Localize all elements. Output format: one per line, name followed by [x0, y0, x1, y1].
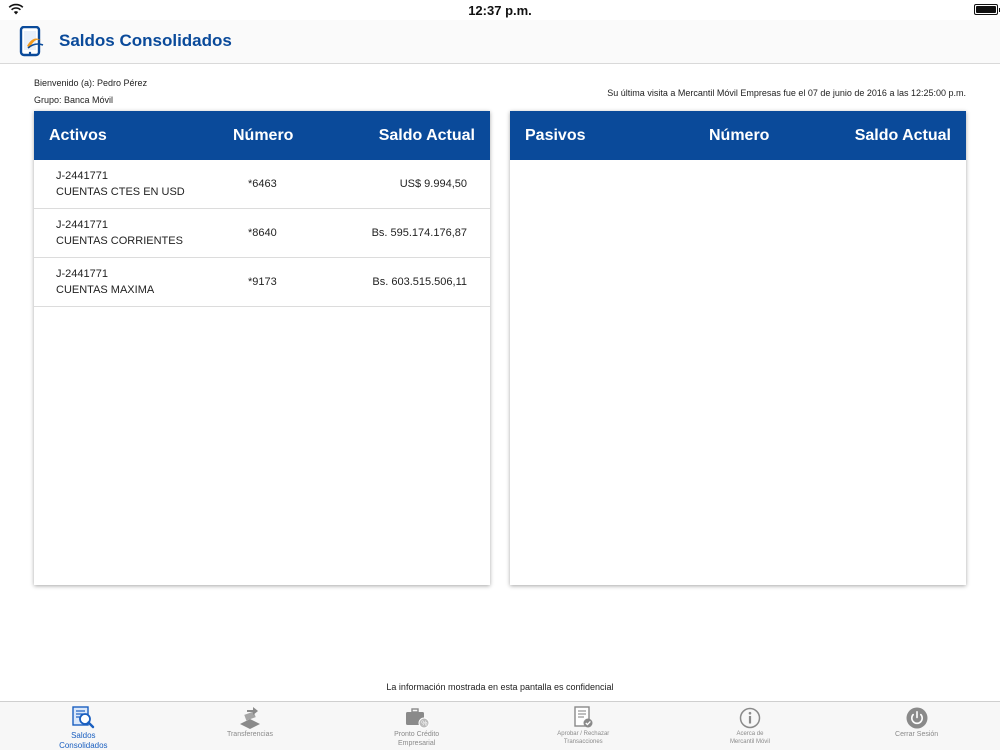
assets-panel: Activos Número Saldo Actual J-2441771 CU… [34, 111, 490, 585]
account-number: *8640 [248, 227, 277, 239]
tab-approve-reject[interactable]: Aprobar / Rechazar Transacciones [500, 702, 667, 750]
app-screen: 12:37 p.m. Saldos Consolidados Bienvenid… [0, 0, 1000, 750]
assets-header: Activos Número Saldo Actual [34, 111, 490, 160]
liabilities-panel: Pasivos Número Saldo Actual [510, 111, 966, 585]
tab-about[interactable]: Acerca de Mercantil Móvil [667, 702, 834, 750]
tab-label: Saldos [71, 731, 96, 740]
info-icon [737, 706, 763, 730]
account-balance: Bs. 595.174.176,87 [371, 227, 467, 239]
svg-text:%: % [421, 721, 427, 728]
tab-label: Aprobar / Rechazar [557, 731, 610, 737]
account-name: CUENTAS CTES EN USD [56, 186, 185, 198]
tab-label: Pronto Crédito [394, 731, 440, 738]
tab-label: Mercantil Móvil [729, 739, 770, 745]
group-text: Grupo: Banca Móvil [34, 95, 114, 105]
app-logo-icon [19, 26, 44, 57]
last-visit-text: Su última visita a Mercantil Móvil Empre… [607, 88, 966, 98]
battery-icon [974, 4, 1000, 15]
consolidated-balances-icon [70, 706, 96, 730]
balance-column-title: Saldo Actual [854, 127, 951, 144]
balance-column-title: Saldo Actual [378, 127, 475, 144]
number-column-title: Número [709, 127, 770, 144]
tab-label: Consolidados [59, 741, 108, 750]
tab-business-credit[interactable]: % Pronto Crédito Empresarial [333, 702, 500, 750]
tab-transfers[interactable]: Transferencias [167, 702, 334, 750]
tab-label: Transferencias [226, 731, 273, 738]
account-client-id: J-2441771 [56, 170, 108, 182]
account-number: *6463 [248, 178, 277, 190]
number-column-title: Número [233, 127, 294, 144]
clock: 12:37 p.m. [468, 2, 532, 18]
tab-label: Transacciones [563, 739, 603, 745]
transfer-icon [237, 706, 263, 730]
tab-bar: Saldos Consolidados Transferencias % Pro… [0, 701, 1000, 750]
nav-bar: Saldos Consolidados [0, 20, 1000, 64]
approve-document-icon [570, 706, 596, 730]
account-balance: Bs. 603.515.506,11 [372, 276, 467, 288]
account-client-id: J-2441771 [56, 268, 108, 280]
welcome-text: Bienvenido (a): Pedro Pérez [34, 78, 148, 88]
account-row[interactable]: J-2441771 CUENTAS MAXIMA *9173 Bs. 603.5… [34, 258, 490, 307]
liabilities-header: Pasivos Número Saldo Actual [510, 111, 966, 160]
account-client-id: J-2441771 [56, 219, 108, 231]
tab-label: Acerca de [736, 731, 764, 737]
account-row[interactable]: J-2441771 CUENTAS CTES EN USD *6463 US$ … [34, 160, 490, 209]
briefcase-credit-icon: % [404, 706, 430, 730]
power-icon [904, 706, 930, 730]
status-bar: 12:37 p.m. [0, 0, 1000, 20]
wifi-icon [8, 3, 24, 15]
account-number: *9173 [248, 276, 277, 288]
tab-label: Cerrar Sesión [895, 731, 939, 738]
tab-logout[interactable]: Cerrar Sesión [833, 702, 1000, 750]
account-row[interactable]: J-2441771 CUENTAS CORRIENTES *8640 Bs. 5… [34, 209, 490, 258]
account-name: CUENTAS CORRIENTES [56, 235, 183, 247]
page-title: Saldos Consolidados [59, 31, 232, 50]
tab-consolidated-balances[interactable]: Saldos Consolidados [0, 702, 167, 750]
liabilities-column-title: Pasivos [525, 127, 586, 144]
tab-label: Empresarial [397, 740, 436, 747]
assets-column-title: Activos [49, 127, 107, 144]
account-name: CUENTAS MAXIMA [56, 284, 155, 296]
confidential-notice: La información mostrada en esta pantalla… [386, 682, 614, 692]
account-balance: US$ 9.994,50 [399, 178, 467, 190]
